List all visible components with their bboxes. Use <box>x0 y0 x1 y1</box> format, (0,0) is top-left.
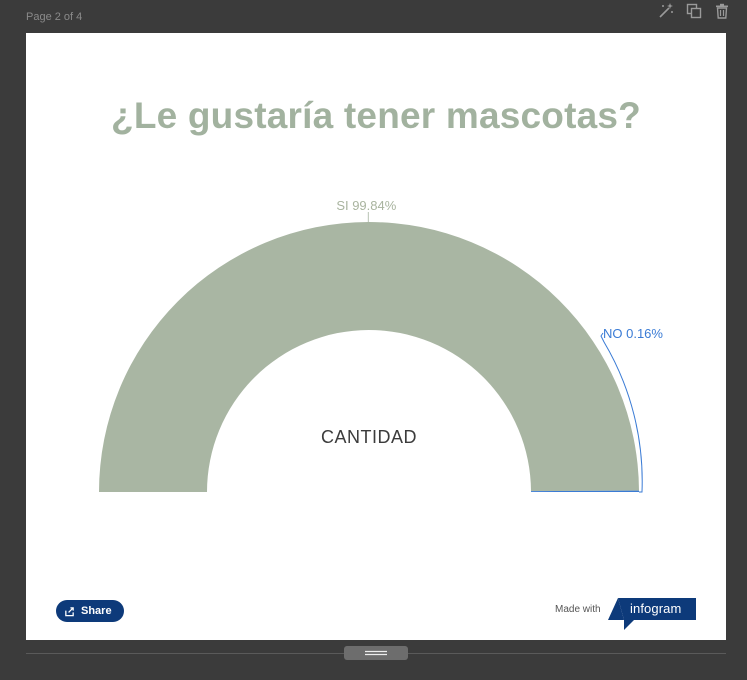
data-label-no: NO 0.16% <box>603 326 663 341</box>
brand-name: infogram <box>630 601 682 616</box>
share-button[interactable]: Share <box>56 600 124 622</box>
slice-si[interactable] <box>99 222 639 493</box>
toolbar <box>657 2 731 20</box>
magic-wand-icon[interactable] <box>657 2 675 20</box>
duplicate-icon[interactable] <box>685 2 703 20</box>
drag-grip-icon <box>365 650 387 656</box>
share-label: Share <box>81 605 112 617</box>
page-indicator: Page 2 of 4 <box>26 11 83 23</box>
semi-donut-chart: SI 99.84% NO 0.16% CANTIDAD <box>99 198 663 493</box>
infogram-logo[interactable]: infogram <box>608 598 696 635</box>
share-icon <box>65 606 74 616</box>
data-label-si: SI 99.84% <box>336 198 396 213</box>
center-label: CANTIDAD <box>321 427 417 447</box>
chart-card: ¿Le gustaría tener mascotas? SI 99.84% N… <box>26 33 726 640</box>
resize-handle[interactable] <box>344 646 408 660</box>
made-with-text: Made with <box>555 604 601 615</box>
trash-icon[interactable] <box>713 2 731 20</box>
